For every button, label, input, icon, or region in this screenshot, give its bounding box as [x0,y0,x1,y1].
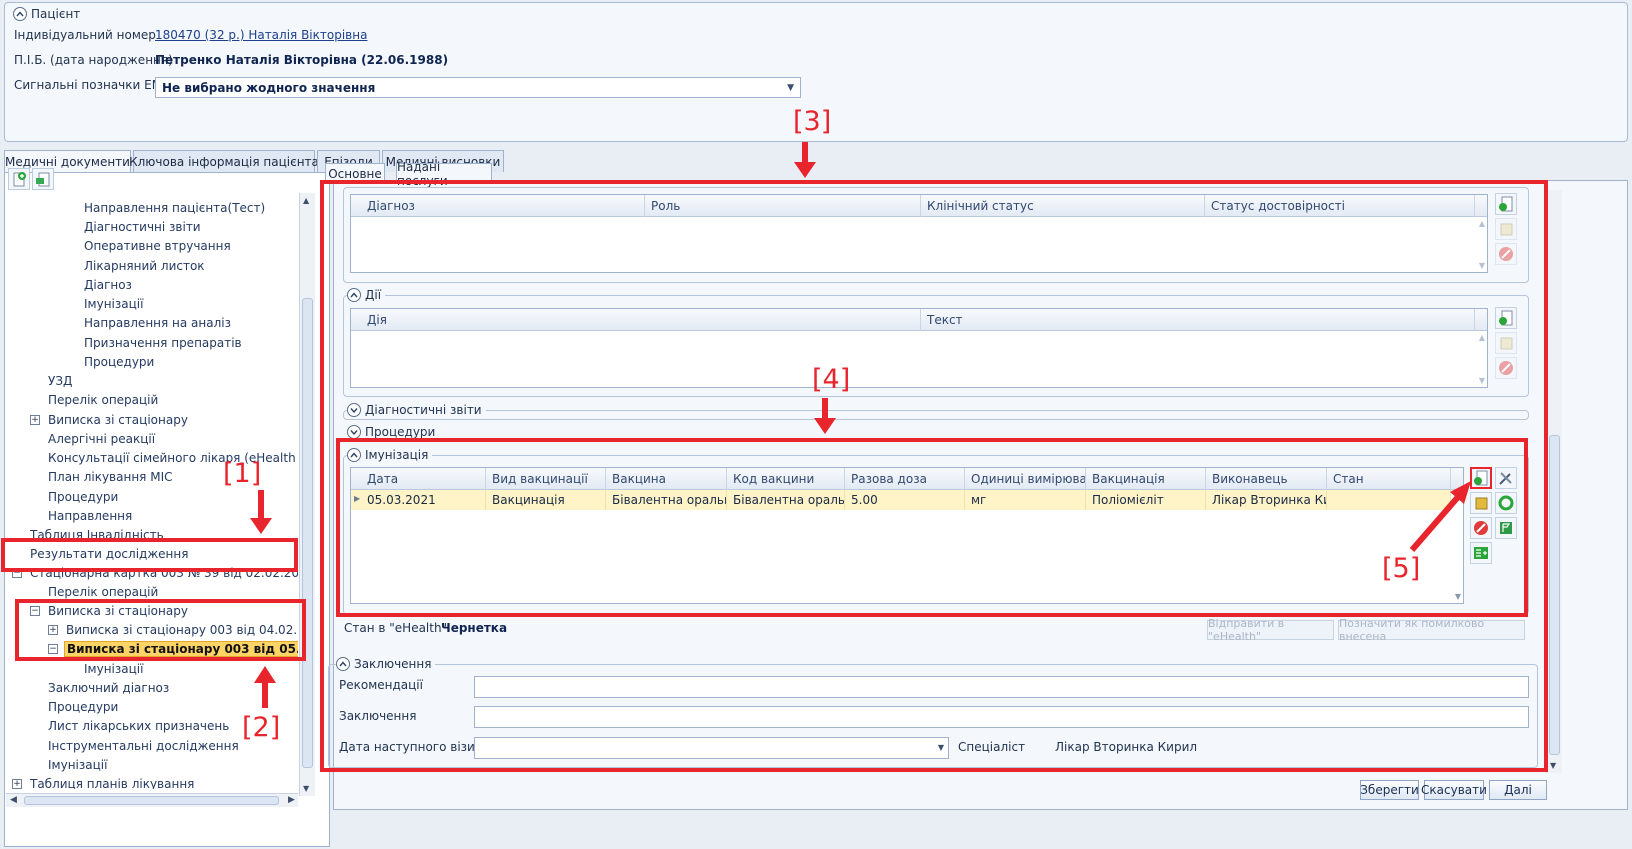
arrow-down-icon [802,142,808,164]
arrow-up-icon [254,666,276,683]
annotation-arrows [250,142,1471,708]
arrow-diagonal-icon [1409,495,1461,552]
arrow-down-icon [822,398,828,420]
arrow-down-icon [258,490,264,520]
